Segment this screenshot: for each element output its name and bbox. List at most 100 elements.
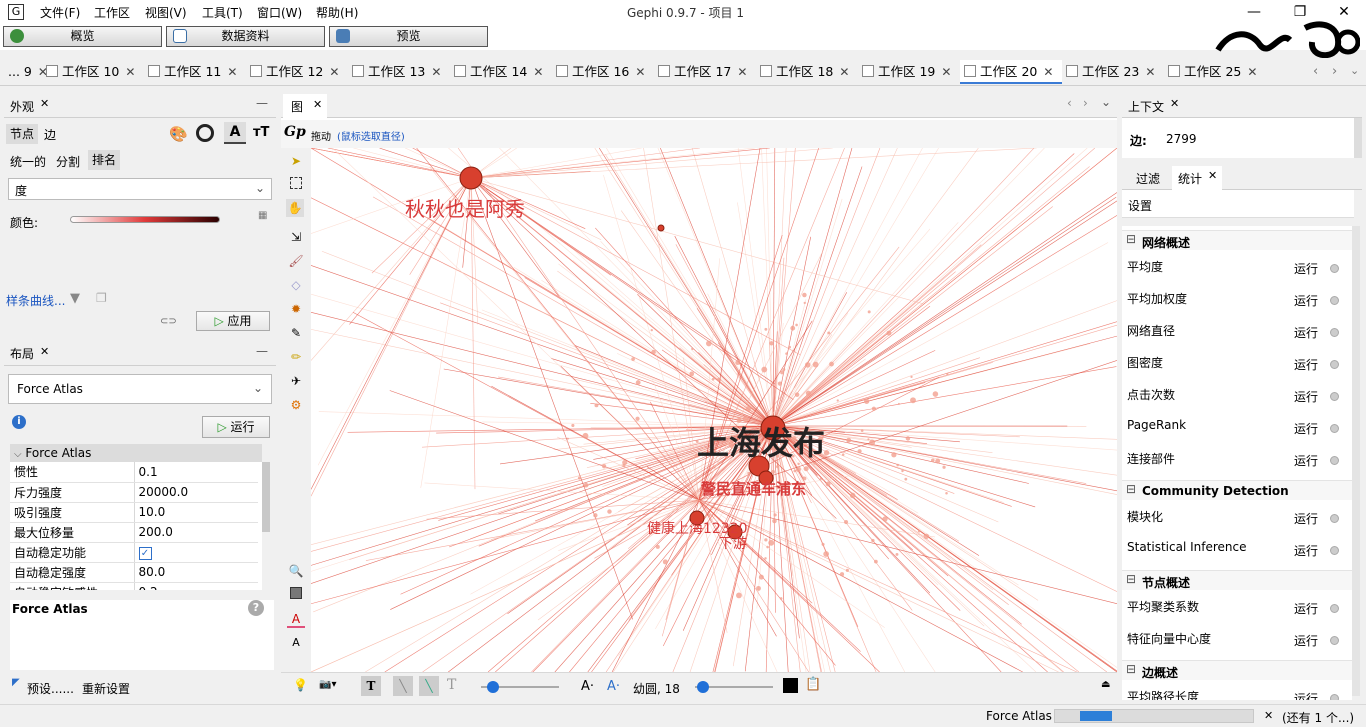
background-color-icon[interactable] bbox=[287, 586, 305, 604]
run-stat-button[interactable]: 运行 bbox=[1294, 356, 1318, 373]
settings-gear-icon[interactable]: ⚙ bbox=[287, 396, 305, 414]
workspace-tab[interactable]: 工作区 18 ✕ bbox=[756, 60, 858, 84]
workspace-tab[interactable]: 工作区 16 ✕ bbox=[552, 60, 654, 84]
label-color-icon[interactable]: A bbox=[224, 122, 246, 144]
layout-property-row[interactable]: 吸引强度 10.0 bbox=[10, 502, 258, 523]
bulb-icon[interactable]: 💡 bbox=[293, 678, 308, 692]
close-tab-icon[interactable]: ✕ bbox=[533, 65, 543, 79]
collapse-icon[interactable]: ⊟ bbox=[1126, 662, 1136, 676]
label-size-small-icon[interactable]: A bbox=[287, 634, 305, 652]
close-tab-icon[interactable]: ✕ bbox=[839, 65, 849, 79]
menu-window[interactable]: 窗口(W) bbox=[257, 4, 302, 21]
rectangle-select-icon[interactable] bbox=[287, 176, 305, 194]
show-labels-icon[interactable]: T bbox=[361, 676, 381, 696]
context-close-icon[interactable]: ✕ bbox=[1170, 97, 1179, 110]
close-icon[interactable]: ✕ bbox=[1334, 2, 1354, 22]
screenshot-icon[interactable]: 📷▾ bbox=[319, 679, 336, 690]
node-query-icon[interactable]: ⇲ bbox=[287, 228, 305, 246]
collapse-icon[interactable]: ⊟ bbox=[1126, 232, 1136, 246]
diamond-icon[interactable]: ◇ bbox=[287, 276, 305, 294]
menu-file[interactable]: 文件(F) bbox=[40, 4, 80, 21]
appearance-close-icon[interactable]: ✕ bbox=[40, 97, 49, 110]
context-scrollbar[interactable] bbox=[1354, 118, 1362, 158]
presets-button[interactable]: 预设...... bbox=[27, 680, 74, 697]
stats-group-header[interactable]: ⊟ 边概述 bbox=[1122, 660, 1352, 680]
layout-section-header[interactable]: ⌵ Force Atlas bbox=[10, 444, 262, 462]
filter-icon[interactable]: ▼ bbox=[70, 291, 80, 306]
context-tab[interactable]: 上下文 bbox=[1128, 98, 1164, 115]
palette-icon[interactable]: 🎨 bbox=[169, 125, 188, 143]
edge-color-icon[interactable]: ╲ bbox=[419, 676, 439, 696]
property-value[interactable]: 10.0 bbox=[134, 502, 258, 523]
collapse-icon[interactable]: ⊟ bbox=[1126, 482, 1136, 496]
run-stat-button[interactable]: 运行 bbox=[1294, 452, 1318, 469]
workspace-tab[interactable]: 工作区 23 ✕ bbox=[1062, 60, 1164, 84]
stats-group-header[interactable]: ⊟ 节点概述 bbox=[1122, 570, 1352, 590]
property-value[interactable]: 80.0 bbox=[134, 562, 258, 583]
statistics-close-icon[interactable]: ✕ bbox=[1208, 169, 1217, 182]
close-tab-icon[interactable]: ✕ bbox=[737, 65, 747, 79]
font-label[interactable]: 幼圆, 18 bbox=[633, 680, 680, 697]
copy-icon[interactable]: ❐ bbox=[96, 291, 107, 305]
stats-settings-link[interactable]: 设置 bbox=[1128, 197, 1152, 214]
graph-close-icon[interactable]: ✕ bbox=[313, 98, 322, 111]
pencil-icon[interactable]: ✎ bbox=[287, 324, 305, 342]
edge-pencil-icon[interactable]: ✏ bbox=[287, 348, 305, 366]
clipboard-icon[interactable]: 📋 bbox=[805, 677, 821, 692]
layout-property-row[interactable]: 自动稳定敏感性0.2 bbox=[10, 582, 258, 590]
run-stat-button[interactable]: 运行 bbox=[1294, 260, 1318, 277]
layout-close-icon[interactable]: ✕ bbox=[40, 345, 49, 358]
stats-group-header[interactable]: ⊟ 网络概述 bbox=[1122, 230, 1352, 250]
label-color-swatch[interactable] bbox=[783, 678, 798, 693]
run-stat-button[interactable]: 运行 bbox=[1294, 542, 1318, 559]
run-stat-button[interactable]: 运行 bbox=[1294, 420, 1318, 437]
stat-info-icon[interactable] bbox=[1330, 636, 1339, 645]
run-stat-button[interactable]: 运行 bbox=[1294, 510, 1318, 527]
spline-link[interactable]: 样条曲线... bbox=[6, 292, 65, 309]
close-tab-icon[interactable]: ✕ bbox=[431, 65, 441, 79]
reset-button[interactable]: 重新设置 bbox=[82, 680, 130, 697]
close-tab-icon[interactable]: ✕ bbox=[329, 65, 339, 79]
color-gradient-bar[interactable] bbox=[70, 216, 220, 223]
stat-info-icon[interactable] bbox=[1330, 694, 1339, 700]
status-more-tasks[interactable]: (还有 1 个...) bbox=[1282, 709, 1354, 726]
workspace-tab[interactable]: 工作区 17 ✕ bbox=[654, 60, 756, 84]
layout-tab[interactable]: 布局 bbox=[10, 345, 34, 362]
size-tool-icon[interactable]: ✹ bbox=[287, 300, 305, 318]
label-font-color-icon[interactable]: A bbox=[287, 610, 305, 628]
workspace-tab[interactable]: 工作区 14 ✕ bbox=[450, 60, 552, 84]
link-icon[interactable]: ⊂⊃ bbox=[160, 316, 177, 327]
layout-minimize-icon[interactable]: — bbox=[256, 344, 268, 358]
statistics-tab[interactable]: 统计 ✕ bbox=[1172, 166, 1222, 190]
workspace-tab[interactable]: 工作区 12 ✕ bbox=[246, 60, 348, 84]
label-size-slider-thumb[interactable] bbox=[697, 681, 709, 693]
run-stat-button[interactable]: 运行 bbox=[1294, 292, 1318, 309]
graph-canvas[interactable]: 秋秋也是阿秀上海发布警民直通车浦东健康上海12320下游 bbox=[311, 148, 1117, 672]
property-value[interactable]: 0.2 bbox=[134, 582, 258, 590]
edge-tool-icon[interactable]: ╲ bbox=[393, 676, 413, 696]
graph-tab[interactable]: 图 ✕ bbox=[283, 94, 327, 118]
property-value[interactable]: 0.1 bbox=[134, 462, 258, 483]
menu-tools[interactable]: 工具(T) bbox=[202, 4, 243, 21]
minimize-icon[interactable]: — bbox=[1244, 2, 1264, 22]
font-size-icon[interactable]: A· bbox=[581, 679, 594, 694]
maximize-icon[interactable]: ❐ bbox=[1290, 2, 1310, 22]
collapse-toolbar-icon[interactable]: ⏏ bbox=[1101, 679, 1110, 690]
close-tab-icon[interactable]: ✕ bbox=[227, 65, 237, 79]
preview-mode-button[interactable]: 预览 bbox=[329, 26, 488, 47]
run-stat-button[interactable]: 运行 bbox=[1294, 632, 1318, 649]
tab-scroll-left-icon[interactable]: ‹ bbox=[1313, 64, 1318, 79]
run-stat-button[interactable]: 运行 bbox=[1294, 690, 1318, 700]
stat-info-icon[interactable] bbox=[1330, 424, 1339, 433]
data-lab-mode-button[interactable]: 数据资料 bbox=[166, 26, 325, 47]
close-tab-icon[interactable]: ✕ bbox=[1247, 65, 1257, 79]
close-tab-icon[interactable]: ✕ bbox=[125, 65, 135, 79]
stat-info-icon[interactable] bbox=[1330, 328, 1339, 337]
partition-tab[interactable]: 分割 bbox=[56, 153, 80, 170]
brush-icon[interactable]: 🖌 bbox=[287, 252, 305, 270]
filters-tab[interactable]: 过滤 bbox=[1136, 170, 1160, 187]
auto-stabilize-checkbox[interactable]: ✓ bbox=[138, 546, 152, 560]
select-arrow-icon[interactable]: ➤ bbox=[287, 152, 305, 170]
scroll-right-icon[interactable]: › bbox=[1083, 96, 1088, 110]
edges-tab[interactable]: 边 bbox=[44, 126, 56, 143]
